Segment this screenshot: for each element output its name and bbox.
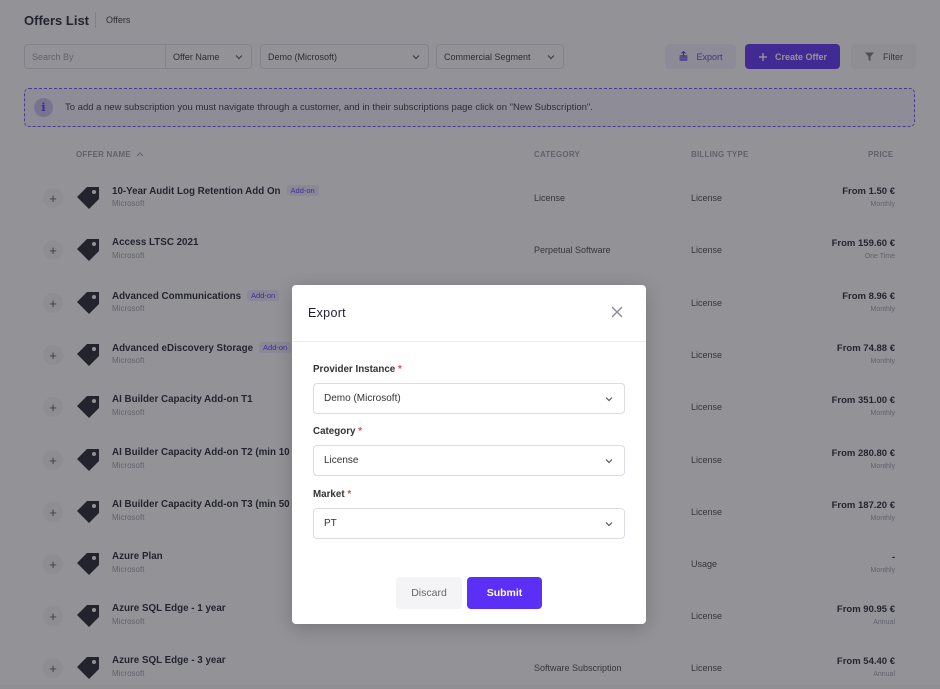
discard-button[interactable]: Discard	[396, 577, 462, 609]
close-icon[interactable]	[610, 305, 624, 319]
chevron-down-icon	[605, 521, 613, 526]
market-value: PT	[324, 518, 337, 529]
modal-divider	[292, 341, 646, 342]
market-select[interactable]: PT	[313, 508, 625, 539]
category-value: License	[324, 455, 359, 466]
provider-instance-value: Demo (Microsoft)	[324, 393, 401, 404]
required-mark: *	[347, 489, 352, 500]
required-mark: *	[358, 426, 363, 437]
chevron-down-icon	[605, 396, 613, 401]
chevron-down-icon	[605, 458, 613, 463]
provider-instance-select[interactable]: Demo (Microsoft)	[313, 383, 625, 414]
category-label: Category *	[313, 426, 363, 437]
category-select[interactable]: License	[313, 445, 625, 476]
required-mark: *	[397, 364, 402, 375]
export-modal: Export Provider Instance * Demo (Microso…	[292, 285, 646, 624]
market-label: Market *	[313, 489, 352, 500]
provider-instance-label: Provider Instance *	[313, 364, 402, 375]
submit-button[interactable]: Submit	[467, 577, 542, 609]
modal-title: Export	[308, 306, 346, 320]
